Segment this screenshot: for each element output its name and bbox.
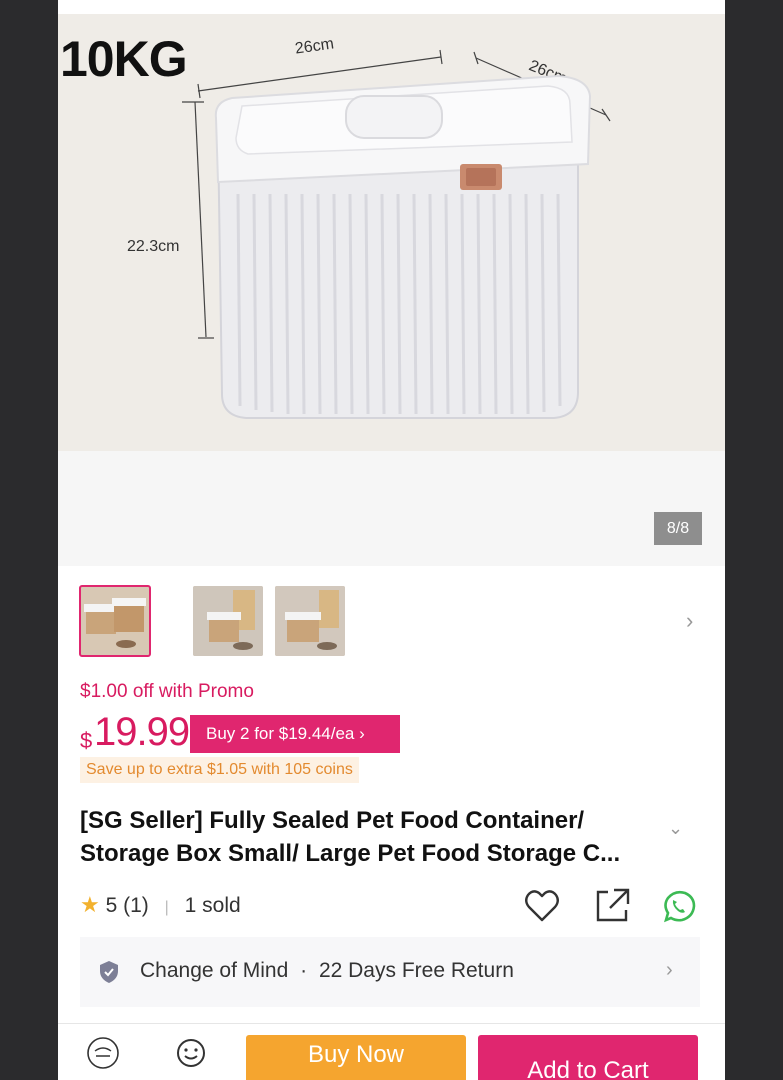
heart-icon[interactable] [522,886,562,926]
rating-value: 5 [105,894,118,917]
promo-text: $1.00 off with Promo [80,681,254,702]
image-page-indicator: 8/8 [654,512,702,545]
bundle-offer-button[interactable]: Buy 2 for $19.44/ea › [190,715,400,753]
thumbnail-1[interactable] [79,585,151,657]
gallery-footer [58,451,725,566]
top-strip [58,0,725,14]
product-title: [SG Seller] Fully Sealed Pet Food Contai… [80,807,621,867]
divider: | [164,899,169,916]
chevron-right-icon: › [666,959,673,981]
star-icon: ★ [80,892,100,917]
chevron-right-icon[interactable]: › [686,608,693,634]
thumbnail-image [80,586,150,656]
rating-row[interactable]: ★ 5 (1) | 1 sold [80,892,241,922]
shield-icon [100,961,118,983]
coins-savings: Save up to extra $1.05 with 105 coins [80,757,359,783]
product-page: 10KG 26cm 26cm 22.3cm 8/8 › $1.00 off wi… [58,0,725,1080]
thumbnail-2[interactable] [193,586,263,656]
return-policy-bar[interactable]: Change of Mind · 22 Days Free Return › [80,937,700,1007]
return-dot: · [300,959,308,982]
sold-count: 1 sold [184,894,241,917]
container-illustration [182,49,611,419]
shop-icon[interactable] [86,1036,120,1070]
buy-now-button[interactable]: Buy Now [246,1035,466,1080]
return-policy-text: Change of Mind · 22 Days Free Return [140,959,514,983]
share-icon[interactable] [592,886,632,926]
price-value: 19.99 [94,710,190,754]
return-label: Change of Mind [140,959,289,982]
whatsapp-icon[interactable] [658,886,698,926]
add-to-cart-button[interactable]: Add to Cart [478,1035,698,1080]
return-detail: 22 Days Free Return [318,959,514,982]
thumbnail-image [193,586,263,656]
rating-count: (1) [123,894,149,917]
chat-icon[interactable] [174,1036,208,1070]
thumbnail-image [275,586,345,656]
bottom-divider [58,1023,725,1024]
product-image[interactable]: 10KG 26cm 26cm 22.3cm [58,14,725,451]
chevron-down-icon[interactable]: ⌄ [668,818,683,839]
thumbnail-3[interactable] [275,586,345,656]
price-currency: $ [80,728,93,753]
